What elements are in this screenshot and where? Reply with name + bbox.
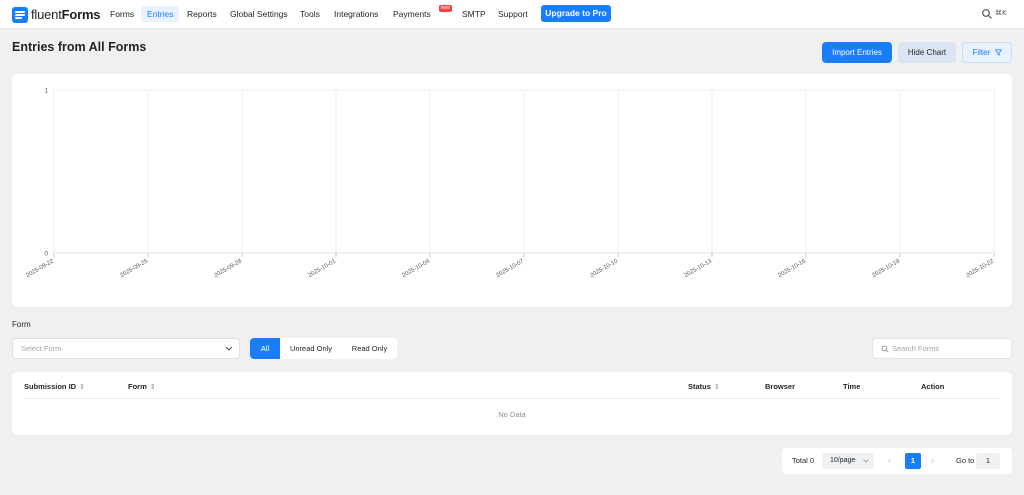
chart-x-tick-label: 2025-10-07	[495, 258, 525, 279]
next-page-icon[interactable]: ›	[931, 455, 934, 465]
hide-chart-button[interactable]: Hide Chart	[898, 42, 956, 63]
form-select[interactable]: Select Form	[12, 338, 240, 359]
top-navigation: fluentForms Forms Entries Reports Global…	[0, 0, 1024, 29]
chart-x-tick-label: 2025-09-28	[213, 258, 243, 279]
search-icon	[881, 345, 889, 353]
prev-page-icon[interactable]: ‹	[888, 455, 891, 465]
search-shortcut: ⌘K	[995, 9, 1007, 17]
sort-icon[interactable]: ⇕	[714, 383, 720, 391]
entries-chart: 0 1 2025-09-22 2025-09-25 2025-09-28 2025-10-…	[25, 88, 995, 280]
chart-x-tick-label: 2025-10-10	[589, 258, 619, 279]
fluentforms-logo[interactable]: fluentForms	[12, 6, 101, 23]
nav-payments[interactable]: Payments new	[387, 5, 452, 22]
nav-entries[interactable]: Entries	[141, 6, 180, 22]
column-action: Action	[921, 382, 945, 391]
nav-global-settings[interactable]: Global Settings	[224, 6, 294, 22]
filter-label: Filter	[972, 48, 991, 57]
goto-page-input[interactable]: 1	[976, 453, 1000, 469]
nav-tools[interactable]: Tools	[294, 6, 326, 22]
nav-integrations[interactable]: Integrations	[328, 6, 384, 22]
chart-x-tick-label: 2025-09-25	[119, 258, 149, 279]
nav-reports[interactable]: Reports	[181, 6, 223, 22]
empty-state-text: No Data	[498, 410, 526, 419]
import-entries-button[interactable]: Import Entries	[822, 42, 892, 63]
entries-table: Submission ID ⇕ Form ⇕ Status ⇕ Browser Tim…	[12, 372, 1012, 435]
new-badge: new	[438, 5, 452, 12]
column-status[interactable]: Status ⇕	[688, 382, 720, 391]
chart-x-tick-label: 2025-10-01	[307, 258, 337, 279]
search-icon[interactable]	[981, 8, 993, 20]
column-browser: Browser	[765, 382, 796, 391]
page-size-value: 10/page	[830, 457, 856, 464]
nav-smtp[interactable]: SMTP	[456, 6, 492, 22]
column-submission-id[interactable]: Submission ID ⇕	[24, 382, 85, 391]
chevron-down-icon	[225, 346, 233, 351]
filter-button[interactable]: Filter	[962, 42, 1012, 63]
form-select-placeholder: Select Form	[21, 344, 62, 353]
chart-x-tick-label: 2025-10-16	[777, 258, 807, 279]
sort-icon[interactable]: ⇕	[79, 383, 85, 391]
page-title: Entries from All Forms	[12, 40, 147, 54]
upgrade-to-pro-button[interactable]: Upgrade to Pro	[541, 5, 611, 22]
logo-text: fluentForms	[31, 7, 101, 22]
segment-unread-only[interactable]: Unread Only	[280, 338, 342, 359]
segment-all[interactable]: All	[250, 338, 280, 359]
entries-chart-card: 0 1 2025-09-22 2025-09-25 2025-09-28 2025-10-…	[12, 74, 1012, 307]
chart-y-tick-label: 1	[44, 88, 48, 95]
chart-x-tick-label: 2025-10-04	[401, 258, 431, 279]
chart-x-tick-label: 2025-10-19	[871, 258, 901, 279]
form-filter-label: Form	[12, 320, 31, 329]
goto-label: Go to	[956, 456, 975, 465]
segment-read-only[interactable]: Read Only	[342, 338, 397, 359]
column-time: Time	[843, 382, 861, 391]
header-divider	[24, 398, 1000, 399]
nav-support[interactable]: Support	[492, 6, 534, 22]
total-count: Total 0	[792, 456, 815, 465]
nav-payments-label: Payments	[393, 9, 431, 19]
logo-icon	[12, 6, 28, 23]
sort-icon[interactable]: ⇕	[150, 383, 156, 391]
chart-y-tick-label: 0	[44, 251, 48, 258]
page-size-select[interactable]: 10/page	[822, 453, 874, 469]
column-form[interactable]: Form ⇕	[128, 382, 156, 391]
chevron-down-icon	[863, 459, 869, 463]
page-number-current[interactable]: 1	[905, 453, 921, 469]
chart-x-tick-label: 2025-10-13	[683, 258, 713, 279]
search-forms-input[interactable]: Search Forms	[872, 338, 1012, 359]
search-forms-placeholder: Search Forms	[892, 344, 940, 353]
nav-forms[interactable]: Forms	[104, 6, 140, 22]
chart-x-tick-label: 2025-09-22	[25, 258, 55, 279]
pagination: Total 0 10/page ‹ 1 › Go to 1	[782, 448, 1012, 474]
funnel-icon	[994, 49, 1002, 56]
chart-x-tick-label: 2025-10-22	[965, 258, 995, 279]
